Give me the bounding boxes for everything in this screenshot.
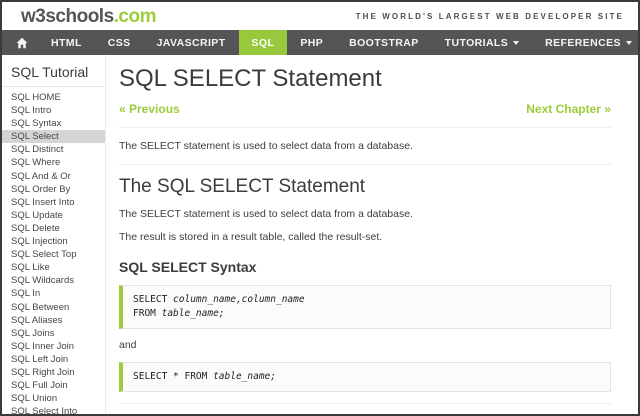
- sidebar-item-sql-intro[interactable]: SQL Intro: [2, 104, 105, 117]
- content-area: SQL Tutorial SQL HOME SQL Intro SQL Synt…: [2, 55, 638, 414]
- code-example-select-all: SELECT * FROM table_name;: [119, 362, 611, 393]
- next-chapter-link[interactable]: Next Chapter »: [526, 102, 611, 116]
- page: w3schools.com THE WORLD'S LARGEST WEB DE…: [0, 0, 640, 416]
- nav-right-group: TUTORIALS REFERENCES: [432, 30, 638, 55]
- sidebar-item-sql-delete[interactable]: SQL Delete: [2, 222, 105, 235]
- previous-link[interactable]: « Previous: [119, 102, 180, 116]
- main-content: SQL SELECT Statement « Previous Next Cha…: [106, 55, 638, 414]
- section-paragraph-2: The result is stored in a result table, …: [119, 230, 383, 243]
- sidebar-item-sql-home[interactable]: SQL HOME: [2, 91, 105, 104]
- divider: [119, 163, 611, 165]
- sidebar-title: SQL Tutorial: [11, 64, 89, 80]
- nav-item-bootstrap[interactable]: BOOTSTRAP: [336, 30, 432, 55]
- sidebar-item-sql-aliases[interactable]: SQL Aliases: [2, 314, 105, 327]
- nav-item-css[interactable]: CSS: [95, 30, 144, 55]
- sidebar-item-sql-and-or[interactable]: SQL And & Or: [2, 170, 105, 183]
- sidebar-divider: [2, 86, 105, 87]
- code-line: SELECT * FROM table_name;: [133, 371, 276, 383]
- tutorials-menu[interactable]: TUTORIALS: [432, 30, 533, 55]
- sidebar-item-sql-where[interactable]: SQL Where: [2, 156, 105, 169]
- section-heading: The SQL SELECT Statement: [119, 175, 366, 197]
- main-nav: HTML CSS JAVASCRIPT SQL PHP BOOTSTRAP TU…: [2, 30, 638, 55]
- sidebar-item-sql-select[interactable]: SQL Select: [2, 130, 105, 144]
- code-line: FROM table_name;: [133, 308, 225, 320]
- code-example-select-columns: SELECT column_name,column_name FROM tabl…: [119, 285, 611, 330]
- sidebar-item-sql-joins[interactable]: SQL Joins: [2, 327, 105, 340]
- chapter-pager: « Previous Next Chapter »: [119, 102, 611, 116]
- home-icon[interactable]: [2, 30, 38, 55]
- sidebar-item-sql-right-join[interactable]: SQL Right Join: [2, 366, 105, 379]
- sidebar-item-sql-full-join[interactable]: SQL Full Join: [2, 379, 105, 392]
- caret-down-icon: [513, 40, 520, 45]
- code-line: SELECT column_name,column_name: [133, 294, 305, 306]
- sidebar-item-sql-order-by[interactable]: SQL Order By: [2, 183, 105, 196]
- sidebar-item-sql-syntax[interactable]: SQL Syntax: [2, 117, 105, 130]
- page-title: SQL SELECT Statement: [119, 65, 382, 92]
- sidebar-item-sql-select-top[interactable]: SQL Select Top: [2, 248, 105, 261]
- sidebar-item-sql-update[interactable]: SQL Update: [2, 209, 105, 222]
- sidebar-item-sql-select-into[interactable]: SQL Select Into: [2, 405, 105, 414]
- divider: [119, 403, 611, 405]
- sidebar-item-sql-like[interactable]: SQL Like: [2, 261, 105, 274]
- top-header: w3schools.com THE WORLD'S LARGEST WEB DE…: [2, 2, 638, 30]
- nav-item-sql[interactable]: SQL: [238, 30, 288, 55]
- references-menu[interactable]: REFERENCES: [532, 30, 638, 55]
- sidebar-item-sql-insert-into[interactable]: SQL Insert Into: [2, 196, 105, 209]
- sidebar-item-sql-wildcards[interactable]: SQL Wildcards: [2, 274, 105, 287]
- nav-item-javascript[interactable]: JAVASCRIPT: [144, 30, 239, 55]
- nav-item-html[interactable]: HTML: [38, 30, 95, 55]
- sidebar-item-sql-inner-join[interactable]: SQL Inner Join: [2, 340, 105, 353]
- section-paragraph-1: The SELECT statement is used to select d…: [119, 207, 413, 220]
- tutorials-label: TUTORIALS: [444, 36, 509, 49]
- sidebar-item-sql-between[interactable]: SQL Between: [2, 301, 105, 314]
- logo-suffix: .com: [113, 5, 157, 27]
- logo-text: w3schools: [21, 5, 114, 27]
- nav-item-php[interactable]: PHP: [287, 30, 336, 55]
- site-logo[interactable]: w3schools.com: [21, 5, 157, 27]
- divider: [119, 126, 611, 128]
- and-text: and: [119, 339, 137, 352]
- sidebar-item-sql-left-join[interactable]: SQL Left Join: [2, 353, 105, 366]
- references-label: REFERENCES: [545, 36, 621, 49]
- sidebar: SQL Tutorial SQL HOME SQL Intro SQL Synt…: [2, 55, 106, 414]
- sidebar-item-sql-distinct[interactable]: SQL Distinct: [2, 143, 105, 156]
- sidebar-item-sql-union[interactable]: SQL Union: [2, 392, 105, 405]
- intro-paragraph: The SELECT statement is used to select d…: [119, 139, 413, 152]
- syntax-heading: SQL SELECT Syntax: [119, 259, 257, 276]
- caret-down-icon: [625, 40, 632, 45]
- site-tagline: THE WORLD'S LARGEST WEB DEVELOPER SITE: [355, 11, 624, 21]
- sidebar-item-sql-injection[interactable]: SQL Injection: [2, 235, 105, 248]
- sidebar-item-sql-in[interactable]: SQL In: [2, 287, 105, 300]
